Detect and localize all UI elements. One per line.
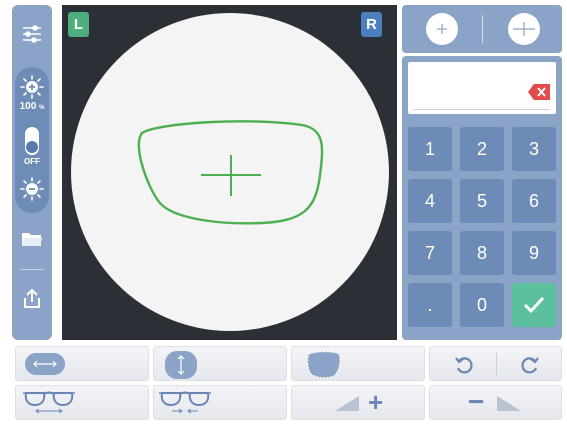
horizontal-shift-button[interactable] xyxy=(15,346,149,381)
key-3[interactable]: 3 xyxy=(512,127,556,171)
key-5[interactable]: 5 xyxy=(460,179,504,223)
display-underline xyxy=(414,109,550,110)
redo-icon[interactable] xyxy=(520,355,540,375)
backspace-icon[interactable] xyxy=(528,84,550,100)
decrease-size-icon xyxy=(497,396,521,411)
vertical-shift-button[interactable] xyxy=(153,346,287,381)
small-target-button[interactable] xyxy=(426,13,458,45)
checkmark-icon xyxy=(523,296,545,314)
app-window: 100 % OFF L R 1 2 3 4 5 6 7 8 9 . 0 xyxy=(5,5,562,340)
minus-label: − xyxy=(468,386,485,417)
numeric-keypad: 1 2 3 4 5 6 7 8 9 . 0 xyxy=(402,56,562,340)
horizontal-shift-icon xyxy=(25,353,65,375)
large-target-icon xyxy=(513,22,535,36)
decrease-size-button[interactable]: − xyxy=(429,385,562,420)
export-icon[interactable] xyxy=(12,287,52,311)
undo-icon[interactable] xyxy=(454,355,474,375)
right-eye-tag[interactable]: R xyxy=(361,12,382,37)
brightness-value: 100 % xyxy=(19,101,45,112)
key-8[interactable]: 8 xyxy=(460,231,504,275)
key-1[interactable]: 1 xyxy=(408,127,452,171)
mode-divider xyxy=(482,15,483,43)
small-target-icon xyxy=(437,24,447,34)
toggle-state-label: OFF xyxy=(24,157,40,166)
key-0[interactable]: 0 xyxy=(460,283,504,327)
increase-size-icon xyxy=(335,396,359,411)
key-decimal[interactable]: . xyxy=(408,283,452,327)
bottom-toolbar: + − xyxy=(0,343,567,424)
folder-icon[interactable] xyxy=(12,227,52,251)
value-display[interactable] xyxy=(408,62,556,114)
left-sidebar: 100 % OFF xyxy=(12,5,52,340)
increase-size-button[interactable]: + xyxy=(291,385,425,420)
key-7[interactable]: 7 xyxy=(408,231,452,275)
target-mode-bar xyxy=(402,5,562,53)
undo-redo-button-group xyxy=(429,346,562,381)
brightness-down-icon[interactable] xyxy=(12,177,52,201)
glasses-widen-icon xyxy=(23,391,75,414)
settings-sliders-icon[interactable] xyxy=(12,21,52,47)
confirm-button[interactable] xyxy=(512,283,556,327)
large-target-button[interactable] xyxy=(508,13,540,45)
glasses-narrow-icon xyxy=(159,391,211,414)
vertical-shift-icon xyxy=(165,351,197,379)
undo-redo-divider xyxy=(496,353,497,376)
lens-shape-outline[interactable] xyxy=(62,5,397,340)
left-eye-tag[interactable]: L xyxy=(68,12,89,37)
plus-label: + xyxy=(368,387,384,417)
key-6[interactable]: 6 xyxy=(512,179,556,223)
glasses-widen-button[interactable] xyxy=(15,385,149,420)
lens-canvas[interactable]: L R xyxy=(62,5,397,340)
lens-shape-button[interactable] xyxy=(291,346,425,381)
lens-shape-icon xyxy=(307,351,341,379)
key-4[interactable]: 4 xyxy=(408,179,452,223)
key-9[interactable]: 9 xyxy=(512,231,556,275)
key-2[interactable]: 2 xyxy=(460,127,504,171)
glasses-narrow-button[interactable] xyxy=(153,385,287,420)
sidebar-divider xyxy=(20,269,44,270)
brightness-toggle[interactable] xyxy=(25,127,39,155)
brightness-up-icon[interactable] xyxy=(12,75,52,99)
